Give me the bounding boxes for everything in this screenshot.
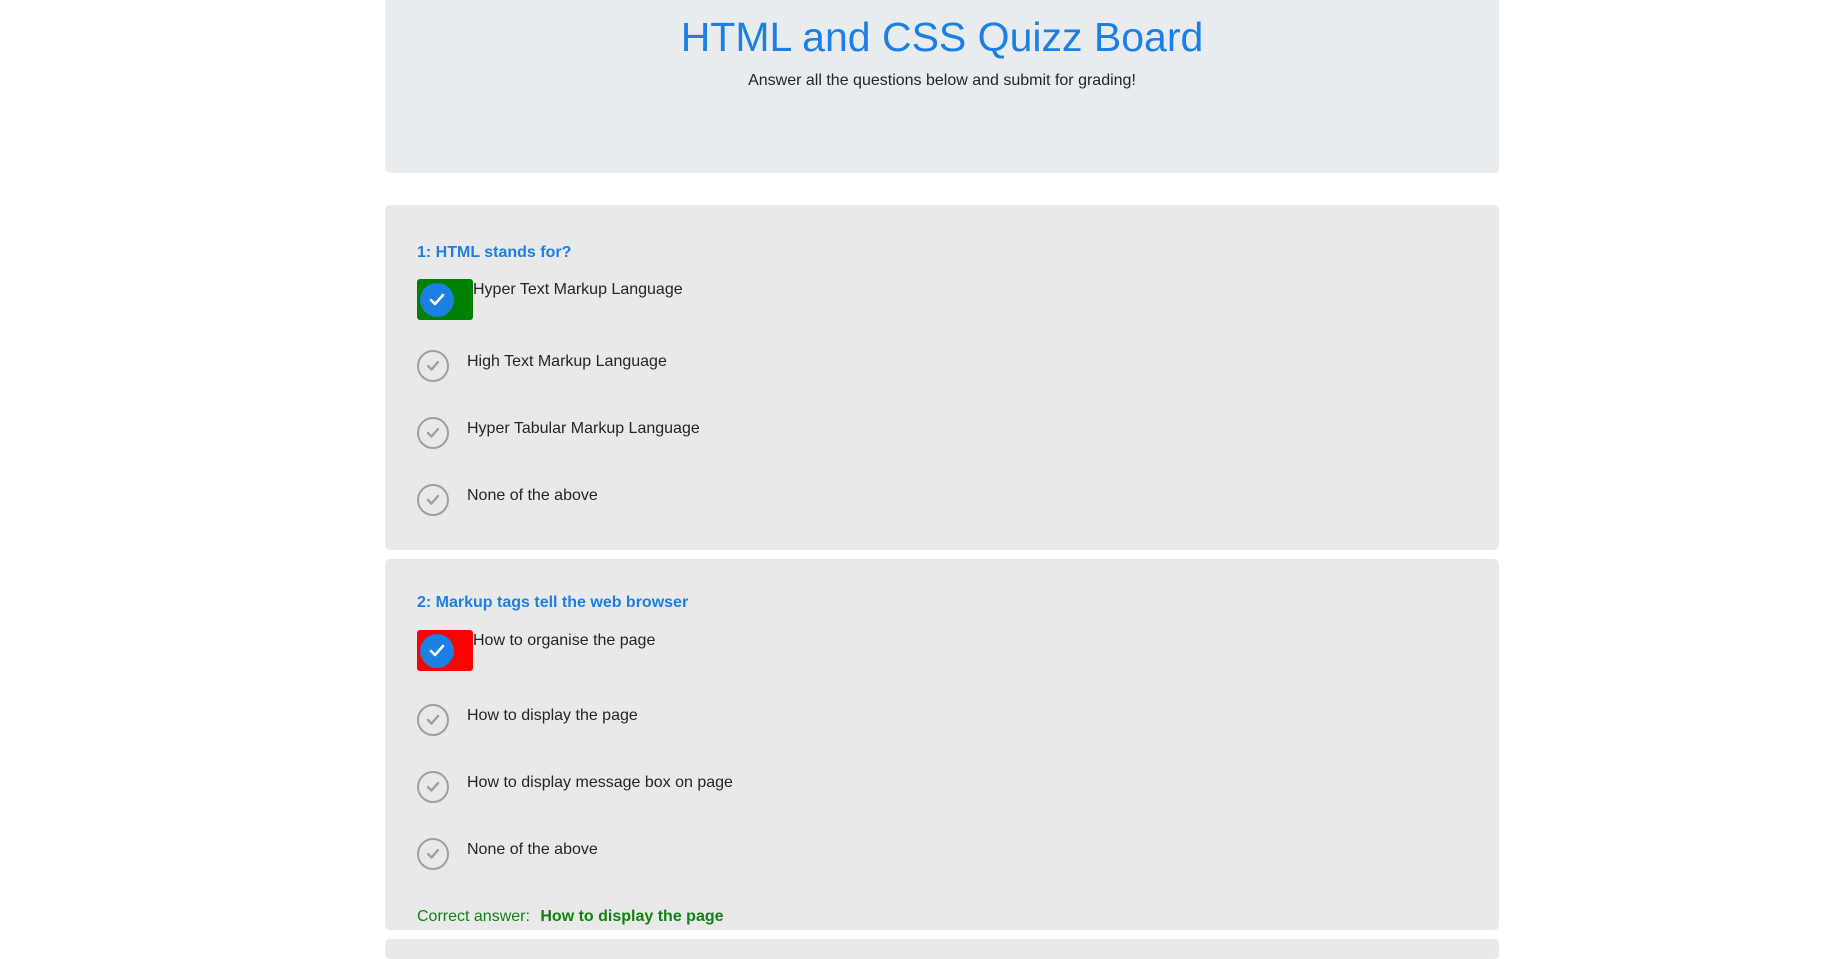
quiz-header: HTML and CSS Quizz Board Answer all the … [385,0,1499,173]
option-item[interactable]: None of the above [417,484,1017,524]
radio-button[interactable] [417,417,449,449]
question-card-3 [385,939,1499,959]
option-label: How to display message box on page [467,774,733,791]
option-item[interactable]: Hyper Tabular Markup Language [417,417,1017,457]
option-label: None of the above [467,841,598,858]
check-icon [426,714,440,725]
option-item[interactable]: None of the above [417,838,1017,878]
question-card-1: 1: HTML stands for? Hyper Text Markup La… [385,205,1499,550]
radio-button[interactable] [417,838,449,870]
option-label: Hyper Tabular Markup Language [467,420,700,437]
radio-button[interactable] [417,771,449,803]
correct-answer-prefix: Correct answer: [417,908,530,925]
radio-button[interactable] [417,704,449,736]
correct-answer-feedback: Correct answer: How to display the page [417,907,724,927]
correct-answer-value: How to display the page [540,908,724,925]
option-item[interactable]: How to display the page [417,704,1017,744]
option-item[interactable]: High Text Markup Language [417,350,1017,390]
check-icon [426,427,440,438]
option-label: None of the above [467,487,598,504]
selected-wrong-highlight [417,630,473,671]
check-icon [426,848,440,859]
question-title: 2: Markup tags tell the web browser [417,594,689,611]
question-card-2: 2: Markup tags tell the web browser How … [385,559,1499,930]
check-icon [429,293,445,306]
page-subtitle: Answer all the questions below and submi… [748,72,1136,89]
selected-correct-highlight [417,279,473,320]
selected-radio[interactable] [420,634,454,668]
option-selected-wrong[interactable]: How to organise the page [417,630,1017,671]
option-label: Hyper Text Markup Language [473,281,683,298]
radio-button[interactable] [417,484,449,516]
page-title: HTML and CSS Quizz Board [680,14,1204,60]
question-title: 1: HTML stands for? [417,244,572,261]
option-selected-correct[interactable]: Hyper Text Markup Language [417,279,1017,320]
check-icon [426,781,440,792]
check-icon [429,644,445,657]
option-label: How to organise the page [473,632,656,649]
check-icon [426,494,440,505]
radio-button[interactable] [417,350,449,382]
check-icon [426,360,440,371]
option-label: High Text Markup Language [467,353,667,370]
selected-radio[interactable] [420,283,454,317]
option-label: How to display the page [467,707,638,724]
option-item[interactable]: How to display message box on page [417,771,1017,811]
